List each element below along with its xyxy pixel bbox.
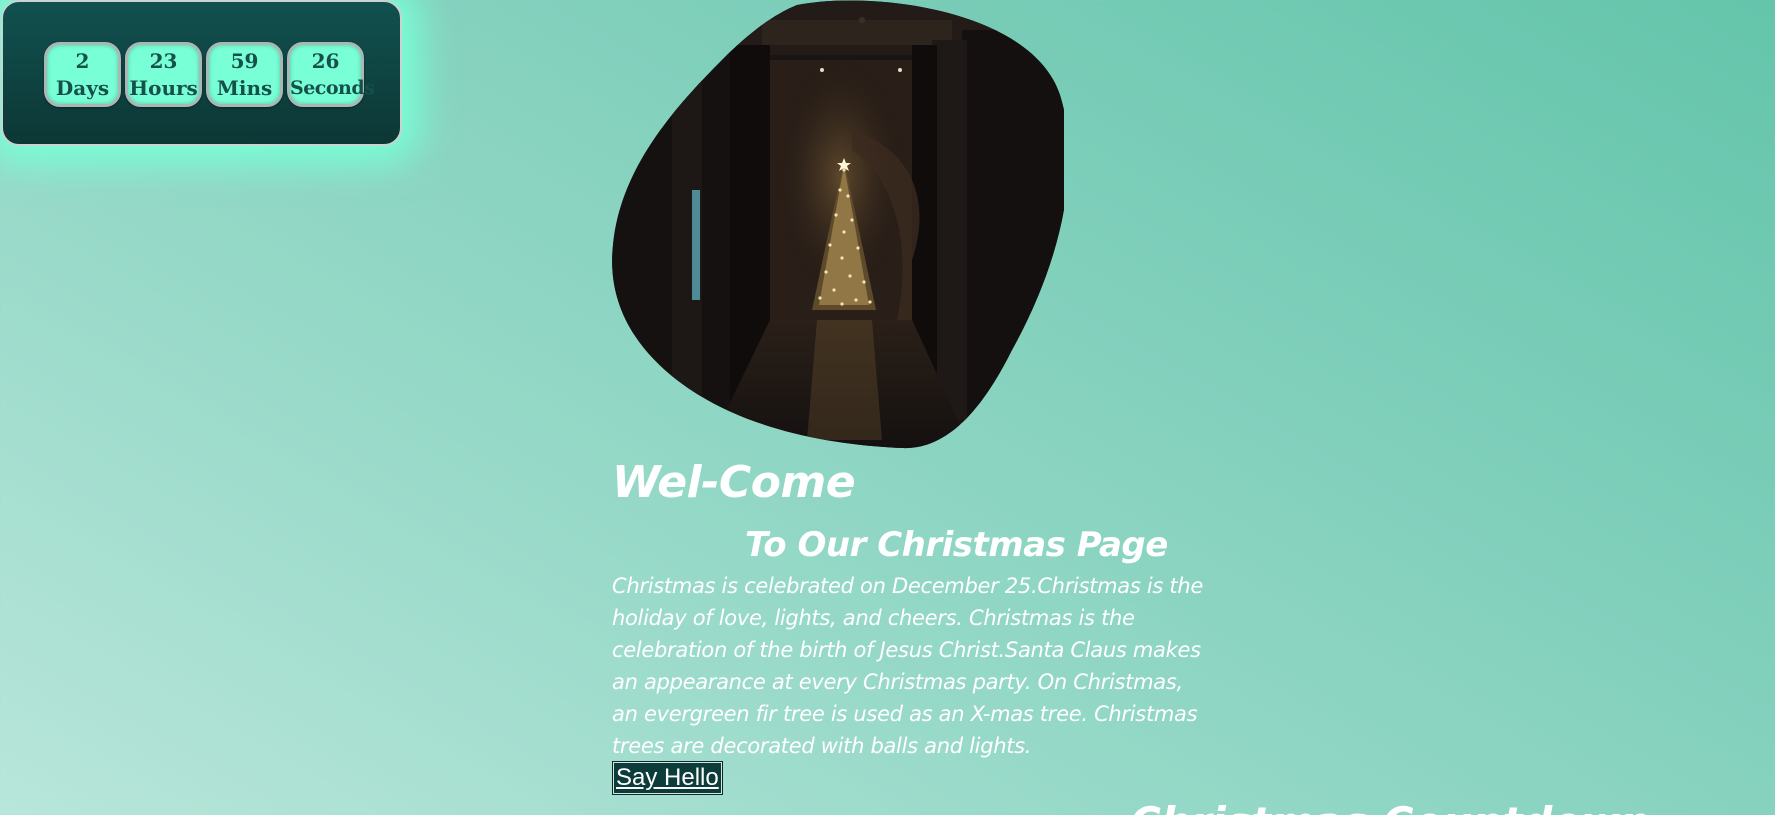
countdown-days-value: 2: [75, 49, 90, 73]
countdown-mins: 59 Mins: [206, 42, 283, 107]
countdown-seconds: 26 Seconds: [287, 42, 375, 107]
welcome-title: Wel-Come: [612, 457, 856, 508]
welcome-paragraph: Christmas is celebrated on December 25.C…: [612, 574, 1203, 758]
countdown-hours: 23 Hours: [125, 42, 202, 107]
countdown-hours-label: Hours: [129, 76, 198, 100]
countdown-panel: 2 Days 23 Hours 59 Mins 26 Seconds: [1, 0, 402, 146]
next-section-heading: Christmas Countdown: [1130, 798, 1650, 815]
countdown-hours-value: 23: [149, 49, 178, 73]
countdown-mins-label: Mins: [216, 76, 273, 100]
countdown-days: 2 Days: [44, 42, 121, 107]
countdown-days-label: Days: [55, 76, 110, 100]
hero-image: [612, 0, 1064, 450]
christmas-tree-photo: [612, 0, 1064, 449]
countdown-seconds-label: Seconds: [290, 77, 375, 99]
welcome-subtitle: To Our Christmas Page: [745, 525, 1168, 565]
say-hello-button[interactable]: Say Hello: [612, 761, 723, 795]
countdown-seconds-value: 26: [311, 49, 340, 73]
countdown-mins-value: 59: [230, 49, 259, 73]
